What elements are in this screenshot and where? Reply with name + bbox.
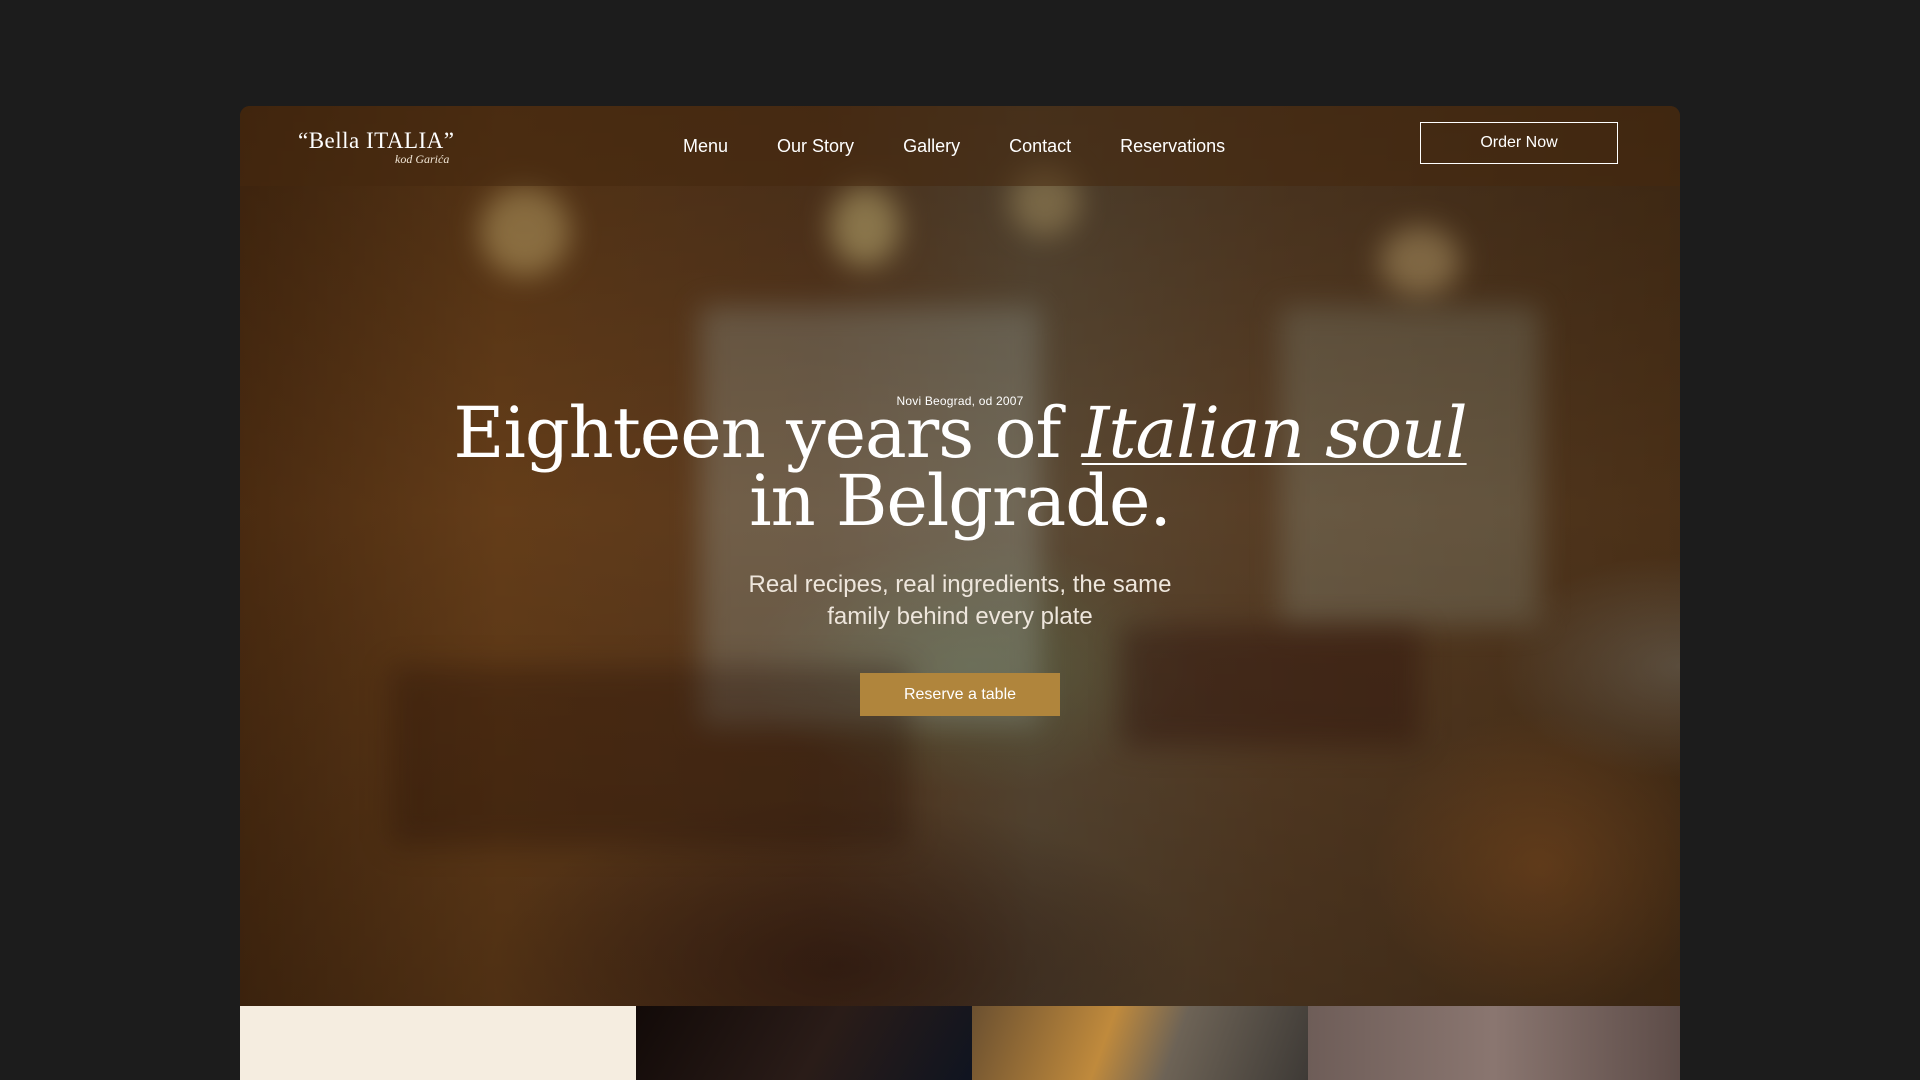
brand-logo[interactable]: “Bella ITALIA” kod Garića xyxy=(298,124,458,170)
top-navigation: “Bella ITALIA” kod Garića Menu Our Story… xyxy=(240,106,1680,186)
brand-subtitle: kod Garića xyxy=(395,152,450,166)
nav-link-contact[interactable]: Contact xyxy=(1009,136,1071,157)
section-preview-image-dark xyxy=(636,1006,972,1080)
hero-subtext: Real recipes, real ingredients, the same… xyxy=(748,571,1172,630)
section-preview-image-wood xyxy=(1308,1006,1680,1080)
nav-link-menu[interactable]: Menu xyxy=(683,136,728,157)
section-preview-cream xyxy=(240,1006,636,1080)
order-now-button[interactable]: Order Now xyxy=(1420,122,1618,164)
hero-background-photo xyxy=(240,106,1680,1006)
nav-link-reservations[interactable]: Reservations xyxy=(1120,136,1225,157)
browser-frame: “Bella ITALIA” kod Garića Menu Our Story… xyxy=(240,106,1680,1080)
reserve-table-button[interactable]: Reserve a table xyxy=(860,673,1060,716)
hero-headline: Eighteen years of Italian soul in Belgra… xyxy=(240,398,1680,536)
nav-link-our-story[interactable]: Our Story xyxy=(777,136,854,157)
headline-part-2: in Belgrade. xyxy=(749,460,1171,542)
brand-name: “Bella ITALIA” xyxy=(298,128,455,153)
nav-link-gallery[interactable]: Gallery xyxy=(903,136,960,157)
section-preview-image-warm xyxy=(972,1006,1308,1080)
main-menu: Menu Our Story Gallery Contact Reservati… xyxy=(683,106,1225,186)
